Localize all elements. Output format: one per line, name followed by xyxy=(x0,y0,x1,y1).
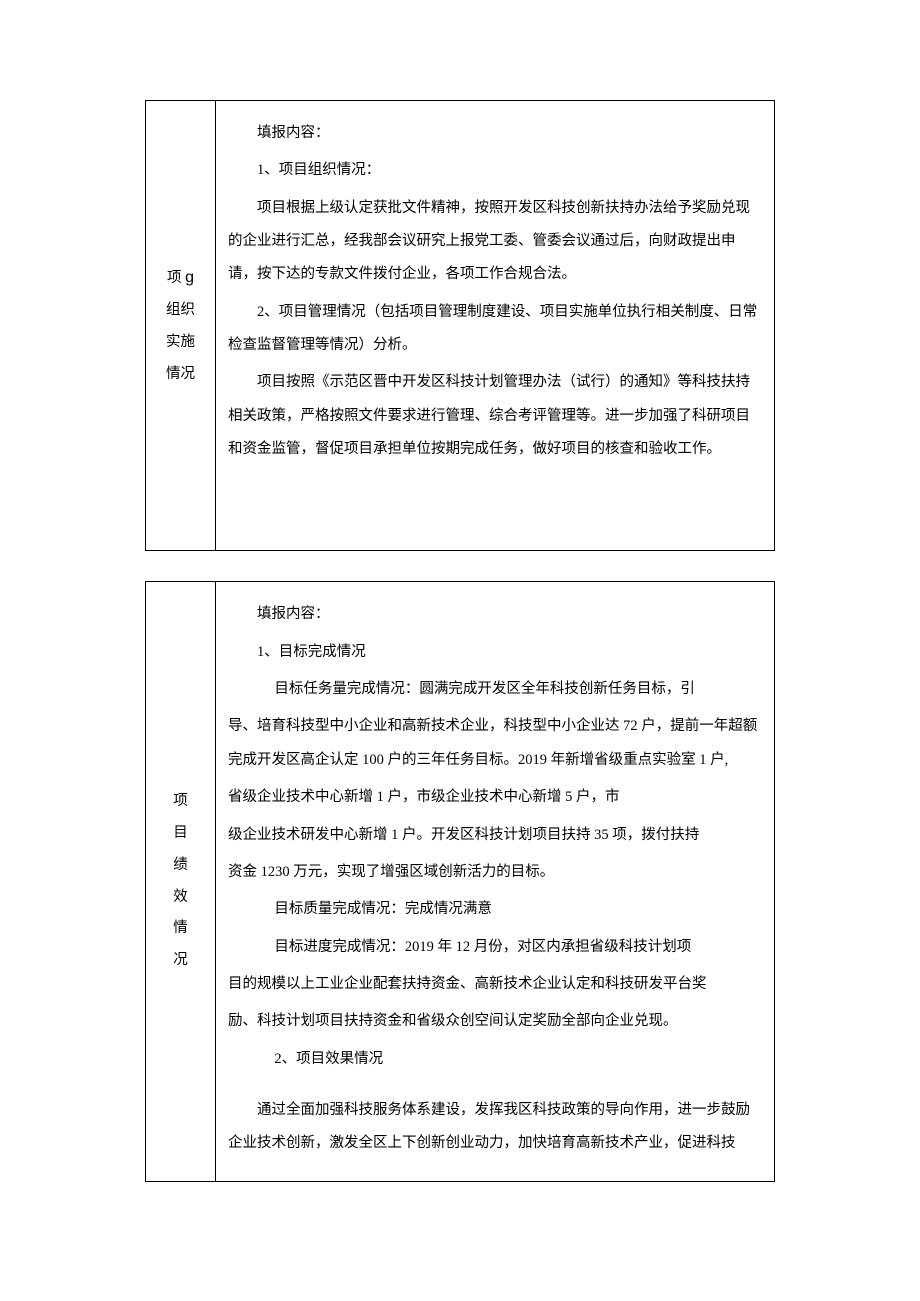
content-heading: 填报内容： xyxy=(228,598,762,631)
item-progress-line: 励、科技计划项目扶持资金和省级众创空间认定奖励全部向企业兑现。 xyxy=(228,1005,762,1038)
item-1-title: 1、项目组织情况： xyxy=(228,154,762,187)
item-quality-line: 目标质量完成情况：完成情况满意 xyxy=(228,893,762,926)
label-line: 绩 xyxy=(151,850,210,882)
item-1-line: 资金 1230 万元，实现了增强区域创新活力的目标。 xyxy=(228,856,762,889)
label-line: 组织 xyxy=(151,295,210,327)
label-line: 项 g xyxy=(151,260,210,295)
item-progress-line: 目的规模以上工业企业配套扶持资金、高新技术企业认定和科技研发平台奖 xyxy=(228,968,762,1001)
item-2-body: 通过全面加强科技服务体系建设，发挥我区科技政策的导向作用，进一步鼓励企业技术创新… xyxy=(228,1094,762,1161)
section-1-table: 项 g 组织 实施 情况 填报内容： 1、项目组织情况： 项目根据上级认定获批文… xyxy=(145,100,775,551)
item-2-title: 2、项目效果情况 xyxy=(228,1043,762,1076)
label-line: 况 xyxy=(151,945,210,977)
label-line: 项 xyxy=(151,786,210,818)
item-progress-line: 目标进度完成情况：2019 年 12 月份，对区内承担省级科技计划项 xyxy=(228,931,762,964)
label-line: 实施 xyxy=(151,327,210,359)
item-1-line: 导、培育科技型中小企业和高新技术企业，科技型中小企业达 72 户，提前一年超额完… xyxy=(228,710,762,777)
section-2-table: 项 目 绩 效 情 况 填报内容： 1、目标完成情况 目标任务量完成情况：圆满完… xyxy=(145,581,775,1181)
section-1-label-cell: 项 g 组织 实施 情况 xyxy=(146,101,216,551)
section-2-label-cell: 项 目 绩 效 情 况 xyxy=(146,582,216,1181)
section-1-content-cell: 填报内容： 1、项目组织情况： 项目根据上级认定获批文件精神，按照开发区科技创新… xyxy=(216,101,775,551)
item-1-line: 目标任务量完成情况：圆满完成开发区全年科技创新任务目标，引 xyxy=(228,673,762,706)
label-line: 目 xyxy=(151,818,210,850)
item-2-title: 2、项目管理情况（包括项目管理制度建设、项目实施单位执行相关制度、日常检查监督管… xyxy=(228,296,762,363)
label-line: 情况 xyxy=(151,359,210,391)
item-1-line: 省级企业技术中心新增 1 户，市级企业技术中心新增 5 户，市 xyxy=(228,781,762,814)
label-line: 情 xyxy=(151,913,210,945)
item-1-line: 级企业技术研发中心新增 1 户。开发区科技计划项目扶持 35 项，拨付扶持 xyxy=(228,819,762,852)
item-2-body: 项目按照《示范区晋中开发区科技计划管理办法（试行）的通知》等科技扶持相关政策，严… xyxy=(228,366,762,466)
content-heading: 填报内容： xyxy=(228,117,762,150)
item-1-body: 项目根据上级认定获批文件精神，按照开发区科技创新扶持办法给予奖励兑现的企业进行汇… xyxy=(228,192,762,292)
label-line: 效 xyxy=(151,882,210,914)
item-1-title: 1、目标完成情况 xyxy=(228,636,762,669)
section-2-content-cell: 填报内容： 1、目标完成情况 目标任务量完成情况：圆满完成开发区全年科技创新任务… xyxy=(216,582,775,1181)
